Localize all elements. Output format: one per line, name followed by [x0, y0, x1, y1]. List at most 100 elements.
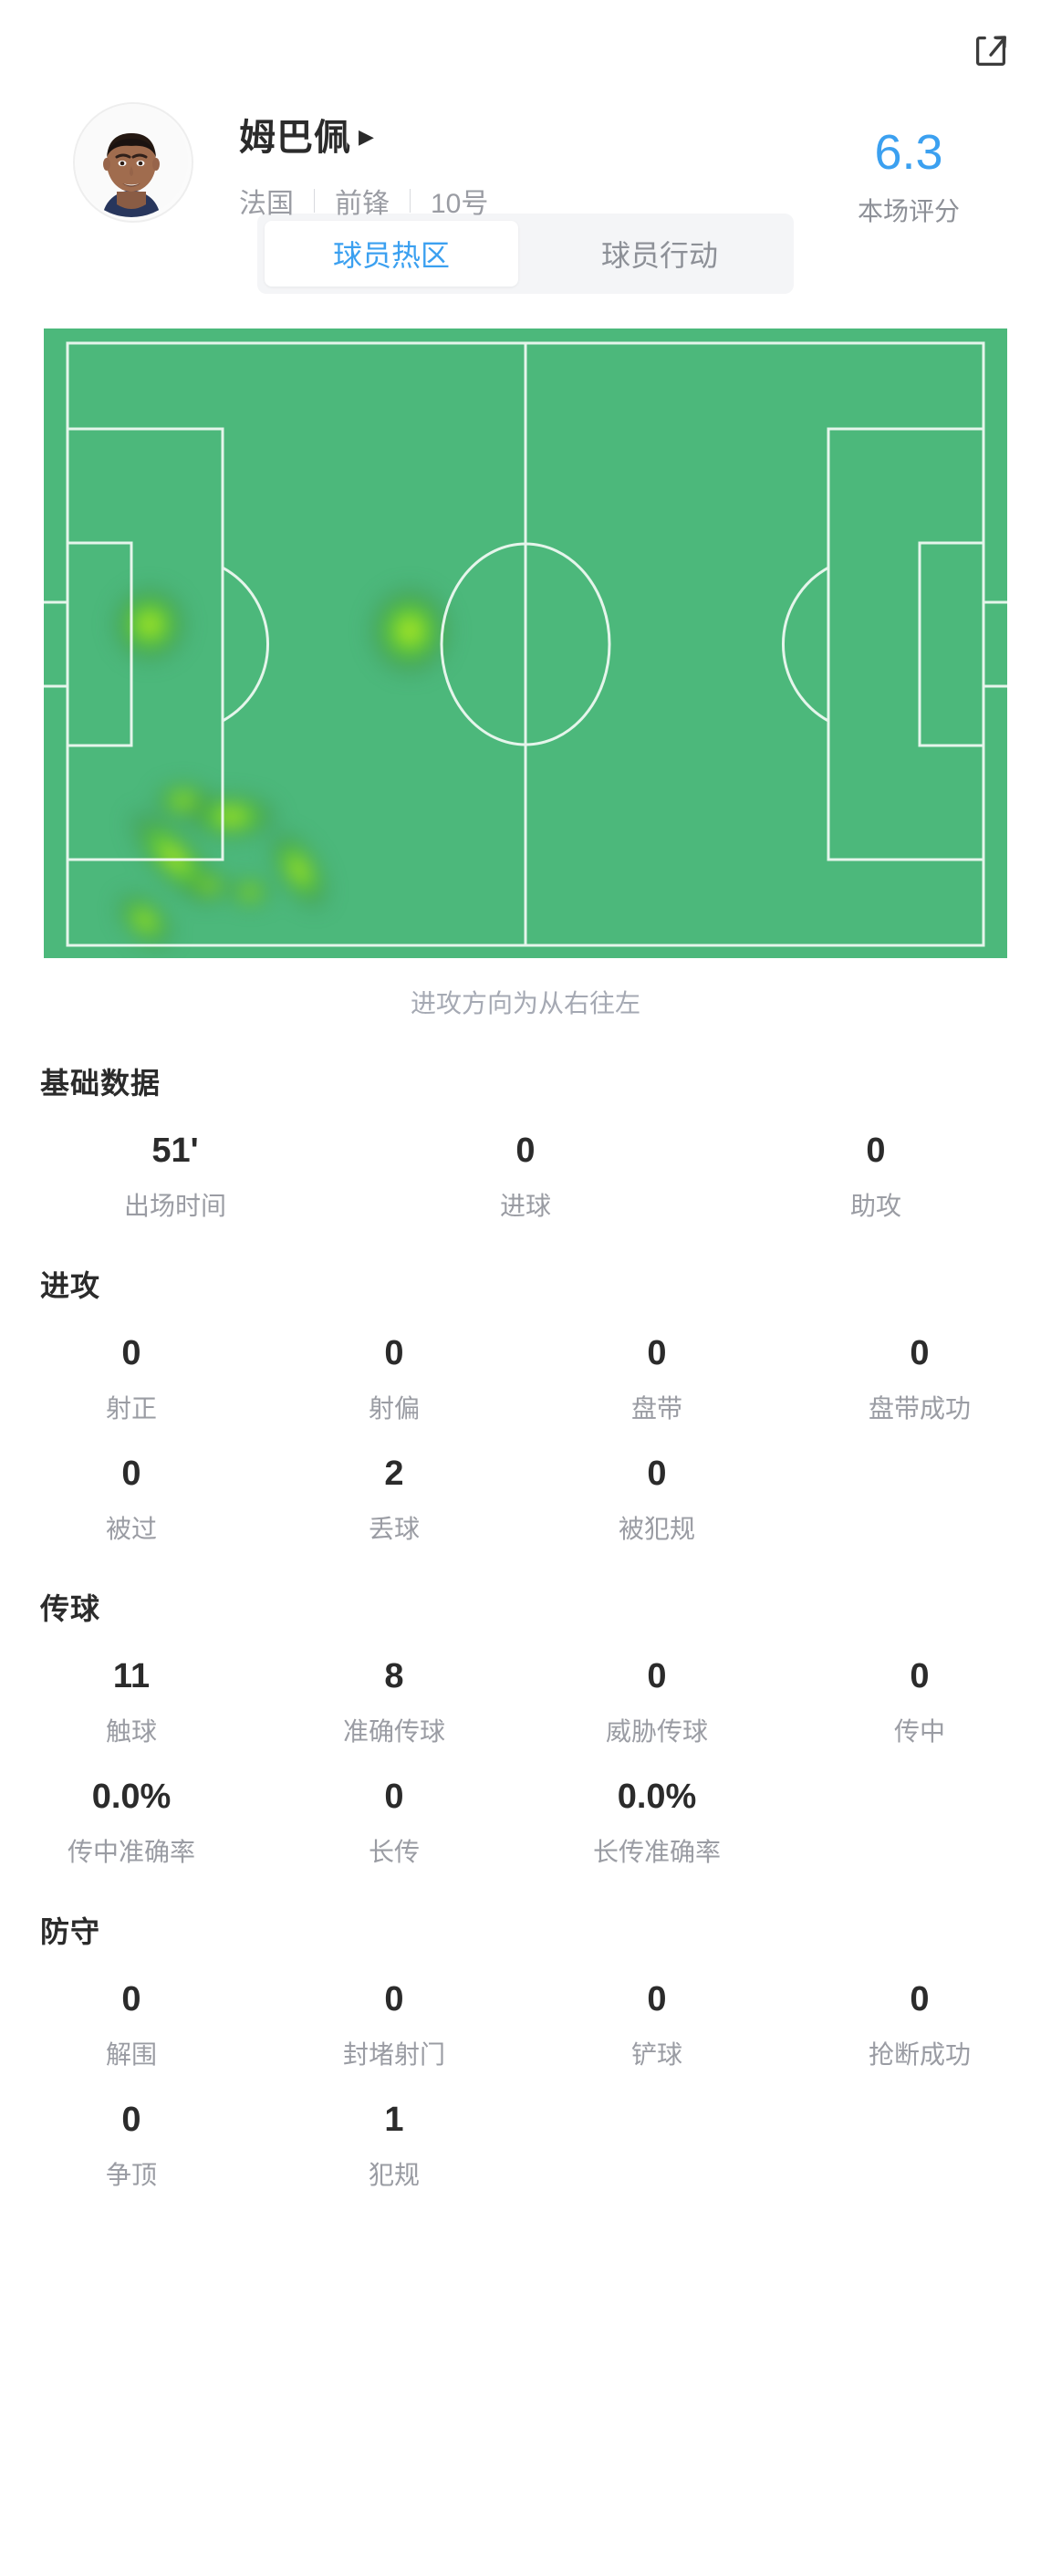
stat-cell: 0.0% 长传准确率 — [526, 1779, 788, 1869]
stat-cell: 11 触球 — [0, 1659, 263, 1748]
match-rating: 6.3 本场评分 — [817, 128, 1000, 228]
player-header: 姆巴佩 ▶ 法国 前锋 10号 6.3 本场评分 — [0, 0, 1051, 225]
stat-label: 被过 — [105, 1515, 157, 1543]
player-name-row[interactable]: 姆巴佩 ▶ — [239, 108, 488, 161]
stat-cell: 0.0% 传中准确率 — [0, 1779, 263, 1869]
stat-value: 11 — [112, 1657, 151, 1695]
stat-value: 2 — [384, 1455, 404, 1493]
rating-label: 本场评分 — [857, 197, 960, 225]
stat-cell: 0 盘带 — [526, 1336, 788, 1425]
player-country: 法国 — [239, 189, 294, 219]
stat-label: 助攻 — [849, 1192, 901, 1220]
tab-player-heatmap[interactable]: 球员热区 — [265, 221, 518, 287]
stat-cell: 51' 出场时间 — [0, 1133, 350, 1223]
heatmap-panel: 进攻方向为从右往左 — [0, 329, 1051, 1020]
stat-label: 出场时间 — [123, 1192, 226, 1220]
stat-value: 0 — [121, 2101, 141, 2139]
stat-label: 威胁传球 — [605, 1717, 708, 1746]
stat-label: 准确传球 — [342, 1717, 445, 1746]
stat-value: 0.0% — [617, 1778, 697, 1816]
stat-value: 0 — [647, 1334, 667, 1372]
stat-cell: 0 争顶 — [0, 2102, 263, 2192]
stat-label: 长传准确率 — [592, 1838, 721, 1866]
stat-label: 抢断成功 — [868, 2040, 971, 2069]
stat-value: 51' — [151, 1132, 199, 1170]
stat-label: 射正 — [105, 1394, 157, 1423]
stat-value: 0 — [647, 1455, 667, 1493]
pitch-markings — [44, 329, 1007, 958]
stats-section: 基础数据 51' 出场时间 0 进球 0 助攻 — [0, 1060, 1051, 1223]
player-meta: 姆巴佩 ▶ 法国 前锋 10号 — [239, 108, 488, 221]
stat-value: 0 — [384, 1980, 404, 2018]
player-name: 姆巴佩 — [239, 118, 351, 158]
section-title: 防守 — [40, 1915, 101, 1948]
stat-value: 0.0% — [91, 1778, 172, 1816]
stat-row: 0 射正 0 射偏 0 盘带 0 盘带成功 — [0, 1336, 1051, 1425]
stat-row: 0 争顶 1 犯规 — [0, 2102, 1051, 2192]
section-title: 基础数据 — [40, 1067, 161, 1100]
stat-label: 传中 — [893, 1717, 945, 1746]
stat-label: 进球 — [499, 1192, 551, 1220]
stat-cell: 0 威胁传球 — [526, 1659, 788, 1748]
stat-row: 11 触球 8 准确传球 0 威胁传球 0 传中 — [0, 1659, 1051, 1748]
stat-value: 0 — [910, 1657, 930, 1695]
stat-label: 长传 — [368, 1838, 420, 1866]
rating-value: 6.3 — [874, 125, 943, 180]
stat-value: 0 — [384, 1778, 404, 1816]
stat-cell: 0 射正 — [0, 1336, 263, 1425]
football-pitch[interactable] — [44, 329, 1007, 958]
stat-label: 封堵射门 — [342, 2040, 445, 2069]
stat-value: 0 — [910, 1980, 930, 2018]
stat-row: 0 解围 0 封堵射门 0 铲球 0 抢断成功 — [0, 1982, 1051, 2071]
player-avatar — [73, 102, 193, 223]
stat-value: 0 — [866, 1132, 886, 1170]
stat-value: 0 — [384, 1334, 404, 1372]
stat-cell: 0 助攻 — [701, 1133, 1051, 1223]
pitch-caption: 进攻方向为从右往左 — [410, 989, 640, 1017]
chevron-right-icon: ▶ — [359, 125, 374, 148]
stat-label: 盘带 — [630, 1394, 682, 1423]
stat-value: 0 — [121, 1334, 141, 1372]
stat-cell: 0 长传 — [263, 1779, 526, 1869]
stat-label: 争顶 — [105, 2161, 157, 2189]
stat-label: 传中准确率 — [67, 1838, 195, 1866]
stat-cell: 0 射偏 — [263, 1336, 526, 1425]
section-title: 传球 — [40, 1592, 101, 1625]
stat-cell: 0 解围 — [0, 1982, 263, 2071]
divider — [314, 189, 315, 213]
player-shirt-number: 10号 — [431, 189, 489, 219]
stat-value: 0 — [910, 1334, 930, 1372]
stat-cell: 0 进球 — [350, 1133, 701, 1223]
stat-cell: 8 准确传球 — [263, 1659, 526, 1748]
tab-player-actions[interactable]: 球员行动 — [533, 221, 786, 287]
divider — [410, 189, 411, 213]
stats-section: 防守 0 解围 0 封堵射门 0 铲球 0 抢断成功 0 争顶 1 犯规 — [0, 1909, 1051, 2192]
stat-label: 射偏 — [368, 1394, 420, 1423]
stat-cell: 1 犯规 — [263, 2102, 526, 2192]
stat-label: 被犯规 — [618, 1515, 695, 1543]
stat-value: 0 — [647, 1980, 667, 2018]
stats-section: 传球 11 触球 8 准确传球 0 威胁传球 0 传中 0.0% 传中准确率 0 长传 0.0% 长传准确率 — [0, 1586, 1051, 1869]
stat-row: 0 被过 2 丢球 0 被犯规 — [0, 1456, 1051, 1546]
stat-value: 8 — [384, 1657, 404, 1695]
stat-value: 0 — [647, 1657, 667, 1695]
stat-value: 0 — [515, 1132, 536, 1170]
stat-cell: 0 盘带成功 — [788, 1336, 1051, 1425]
tab-bar: 球员热区 球员行动 — [257, 214, 794, 294]
section-title: 进攻 — [40, 1269, 101, 1302]
stat-label: 解围 — [105, 2040, 157, 2069]
player-position: 前锋 — [335, 189, 390, 219]
stat-cell: 0 被过 — [0, 1456, 263, 1546]
stats-section: 进攻 0 射正 0 射偏 0 盘带 0 盘带成功 0 被过 2 丢球 0 被犯规 — [0, 1263, 1051, 1546]
stat-cell: 0 铲球 — [526, 1982, 788, 2071]
stat-value: 1 — [384, 2101, 404, 2139]
stat-label: 盘带成功 — [868, 1394, 971, 1423]
stat-cell: 0 传中 — [788, 1659, 1051, 1748]
stats-sections: 基础数据 51' 出场时间 0 进球 0 助攻 进攻 0 射正 0 射偏 0 盘带 0 盘带成功 0 被过 2 丢球 0… — [0, 1060, 1051, 2192]
stat-cell: 2 丢球 — [263, 1456, 526, 1546]
stat-label: 丢球 — [368, 1515, 420, 1543]
stat-cell: 0 被犯规 — [526, 1456, 788, 1546]
stat-label: 犯规 — [368, 2161, 420, 2189]
stat-value: 0 — [121, 1455, 141, 1493]
stat-row: 51' 出场时间 0 进球 0 助攻 — [0, 1133, 1051, 1223]
